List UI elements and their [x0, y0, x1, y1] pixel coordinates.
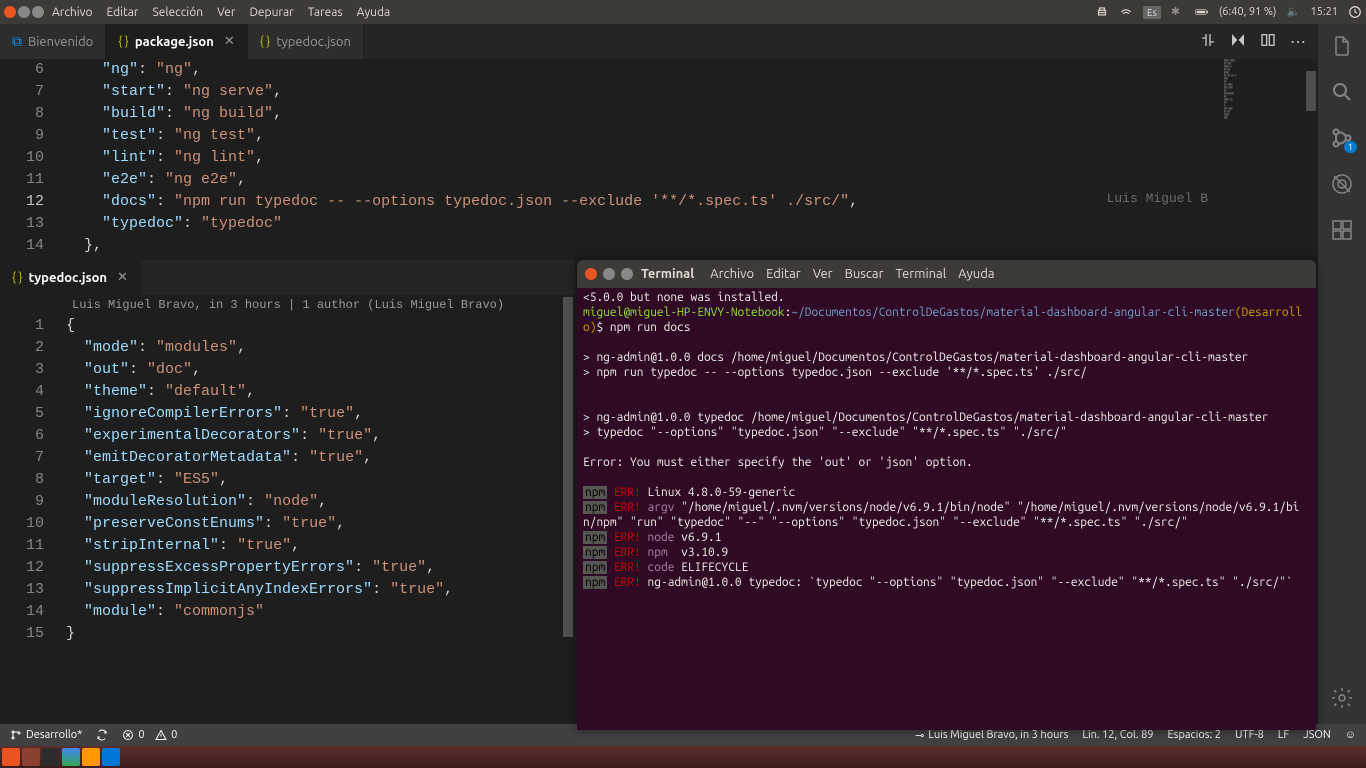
debug-icon[interactable] [1330, 172, 1354, 196]
diff-icon[interactable] [1230, 32, 1246, 52]
ubuntu-launcher [0, 746, 1366, 768]
gutter: 67891011121314 [0, 59, 60, 259]
chrome-icon[interactable] [62, 748, 80, 766]
menu-debug[interactable]: Depurar [249, 6, 293, 19]
sync-icon[interactable] [96, 729, 108, 741]
window-controls[interactable] [4, 6, 44, 18]
minimize-icon[interactable] [18, 6, 30, 18]
panel-terminal: ⋯ Terminal Archivo Edit [575, 260, 1318, 724]
scm-icon[interactable]: 1 [1330, 126, 1354, 150]
tab-typedoc-json[interactable]: { } typedoc.json [248, 24, 364, 59]
wifi-icon[interactable] [1119, 5, 1133, 19]
vscode-icon[interactable] [102, 748, 120, 766]
menu-terminal[interactable]: Terminal [896, 267, 947, 281]
more-icon[interactable]: ⋯ [1290, 32, 1306, 51]
sublime-icon[interactable] [82, 748, 100, 766]
menu-file[interactable]: Archivo [710, 267, 754, 281]
keyboard-lang[interactable]: Es [1143, 6, 1161, 19]
menu-view[interactable]: Ver [217, 6, 235, 19]
app-menu: Archivo Editar Selección Ver Depurar Tar… [52, 6, 390, 19]
encoding[interactable]: UTF-8 [1235, 729, 1264, 741]
indentation[interactable]: Espacios: 2 [1168, 729, 1221, 741]
split-icon[interactable] [1260, 32, 1276, 52]
bluetooth-icon[interactable]: ✱ [1171, 5, 1185, 19]
editor-actions: ⋯ [1188, 24, 1318, 59]
close-icon[interactable] [585, 268, 597, 280]
menu-file[interactable]: Archivo [52, 6, 93, 19]
menu-tasks[interactable]: Tareas [308, 6, 343, 19]
terminal-output[interactable]: <5.0.0 but none was installed. miguel@mi… [577, 288, 1316, 592]
tab-label: typedoc.json [29, 271, 107, 285]
explorer-icon[interactable] [1330, 34, 1354, 58]
code-content[interactable]: "ng": "ng", "start": "ng serve", "build"… [60, 59, 1318, 259]
editor-tabs: ⧉ Bienvenido { } package.json ✕ { } type… [0, 24, 1318, 59]
tab-label: typedoc.json [276, 35, 351, 49]
menu-edit[interactable]: Editar [766, 267, 801, 281]
blame-status[interactable]: ⊸ Luis Miguel Bravo, in 3 hours [915, 729, 1068, 742]
close-icon[interactable] [4, 6, 16, 18]
terminal-menu: Archivo Editar Ver Buscar Terminal Ayuda [710, 267, 994, 281]
editor-typedoc-json[interactable]: Luis Miguel Bravo, in 3 hours | 1 author… [0, 295, 575, 724]
language-mode[interactable]: JSON [1303, 729, 1331, 741]
menu-help[interactable]: Ayuda [357, 6, 391, 19]
menu-edit[interactable]: Editar [107, 6, 139, 19]
braces-icon: { } [260, 35, 271, 48]
os-menubar: Archivo Editar Selección Ver Depurar Tar… [0, 0, 1366, 24]
editor-package-json[interactable]: 67891011121314 "ng": "ng", "start": "ng … [0, 59, 1318, 259]
maximize-icon[interactable] [621, 268, 633, 280]
search-icon[interactable] [1330, 80, 1354, 104]
scrollbar-vertical[interactable] [561, 295, 575, 724]
codelens-authors[interactable]: Luis Miguel Bravo, in 3 hours | 1 author… [0, 295, 575, 315]
terminal-titlebar[interactable]: Terminal Archivo Editar Ver Buscar Termi… [577, 260, 1316, 288]
clock[interactable]: 15:21 [1310, 6, 1338, 18]
dash-icon[interactable] [2, 748, 20, 766]
problems[interactable]: 0 0 [122, 729, 177, 741]
menu-search[interactable]: Buscar [845, 267, 884, 281]
files-icon[interactable] [22, 748, 40, 766]
code-content[interactable]: { "mode": "modules", "out": "doc", "them… [60, 315, 575, 645]
menu-selection[interactable]: Selección [152, 6, 203, 19]
vscode-icon: ⧉ [12, 33, 22, 50]
cursor-position[interactable]: Lín. 12, Col. 89 [1082, 729, 1153, 741]
tab-package-json[interactable]: { } package.json ✕ [106, 24, 247, 59]
close-icon[interactable]: ✕ [117, 270, 128, 285]
settings-icon[interactable] [1330, 686, 1354, 710]
tab-welcome[interactable]: ⧉ Bienvenido [0, 24, 106, 59]
git-branch[interactable]: Desarrollo* [10, 729, 82, 741]
compare-icon[interactable] [1200, 32, 1216, 52]
terminal-title: Terminal [641, 267, 694, 281]
feedback-icon[interactable]: ☺ [1345, 729, 1356, 741]
scm-badge: 1 [1344, 141, 1357, 153]
minimap[interactable]: ████ ██████ ███████ ███ ████████ ██ ██ █… [1224, 59, 1304, 259]
close-icon[interactable]: ✕ [224, 34, 235, 49]
system-tray: Es ✱ (6:40, 91 %) 🔈 15:21 [1095, 5, 1362, 19]
extensions-icon[interactable] [1330, 218, 1354, 242]
menu-view[interactable]: Ver [813, 267, 833, 281]
minimize-icon[interactable] [603, 268, 615, 280]
scrollbar-vertical[interactable] [1304, 59, 1318, 259]
braces-icon: { } [12, 271, 23, 284]
battery-icon[interactable] [1195, 5, 1209, 19]
blame-annotation: Luis Miguel B [1107, 191, 1208, 206]
printer-icon[interactable] [1095, 5, 1109, 19]
tab-label: Bienvenido [28, 35, 93, 49]
editor-group-2: { } typedoc.json ✕ Luis Miguel Bravo, in… [0, 260, 575, 724]
volume-icon[interactable]: 🔈 [1286, 5, 1300, 19]
activity-bar: 1 [1318, 24, 1366, 724]
terminal-icon[interactable] [42, 748, 60, 766]
menu-help[interactable]: Ayuda [958, 267, 994, 281]
battery-text: (6:40, 91 %) [1219, 6, 1277, 18]
editor-tabs-2: { } typedoc.json ✕ [0, 260, 575, 295]
session-icon[interactable] [1348, 5, 1362, 19]
tab-label: package.json [135, 35, 214, 49]
braces-icon: { } [118, 35, 129, 48]
maximize-icon[interactable] [32, 6, 44, 18]
tab-typedoc-json-2[interactable]: { } typedoc.json ✕ [0, 260, 141, 295]
gnome-terminal[interactable]: Terminal Archivo Editar Ver Buscar Termi… [577, 260, 1316, 730]
gutter: 123456789101112131415 [0, 315, 60, 645]
eol[interactable]: LF [1278, 729, 1289, 741]
